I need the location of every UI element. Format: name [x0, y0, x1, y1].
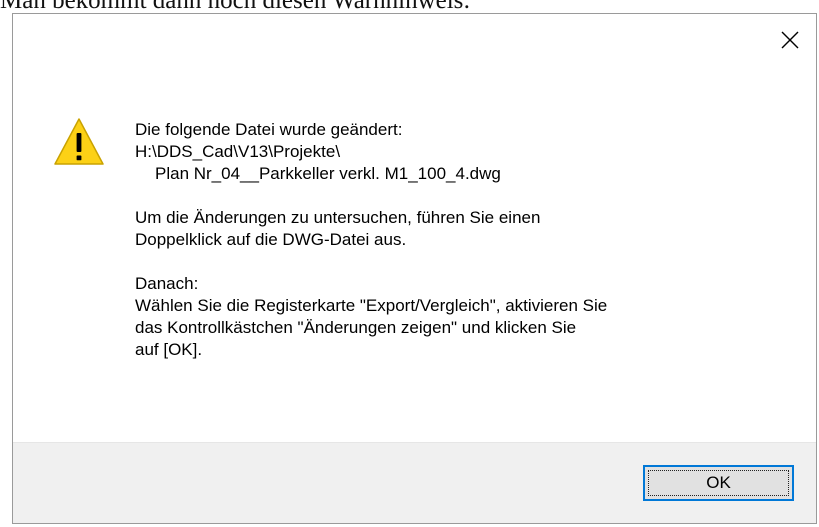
dialog-footer: OK	[13, 442, 816, 523]
message-line: Doppelklick auf die DWG-Datei aus.	[135, 230, 407, 249]
message-line: Die folgende Datei wurde geändert:	[135, 120, 403, 139]
message-line: Wählen Sie die Registerkarte "Export/Ver…	[135, 296, 608, 315]
message-line: Danach:	[135, 274, 199, 293]
message-line: das Kontrollkästchen "Änderungen zeigen"…	[135, 318, 577, 337]
warning-icon	[54, 118, 104, 165]
close-button[interactable]	[768, 18, 812, 62]
message-line: auf [OK].	[135, 340, 203, 359]
file-name-line: Plan Nr_04__Parkkeller verkl. M1_100_4.d…	[155, 164, 501, 183]
ok-button[interactable]: OK	[643, 465, 794, 501]
warning-dialog: Die folgende Datei wurde geändert: H:\DD…	[12, 13, 817, 524]
close-icon	[781, 31, 799, 49]
ok-button-label: OK	[706, 473, 731, 492]
message-line: Um die Änderungen zu untersuchen, führen…	[135, 208, 541, 227]
dialog-message: Die folgende Datei wurde geändert: H:\DD…	[135, 119, 795, 361]
file-path-line: H:\DDS_Cad\V13\Projekte\	[135, 142, 341, 161]
